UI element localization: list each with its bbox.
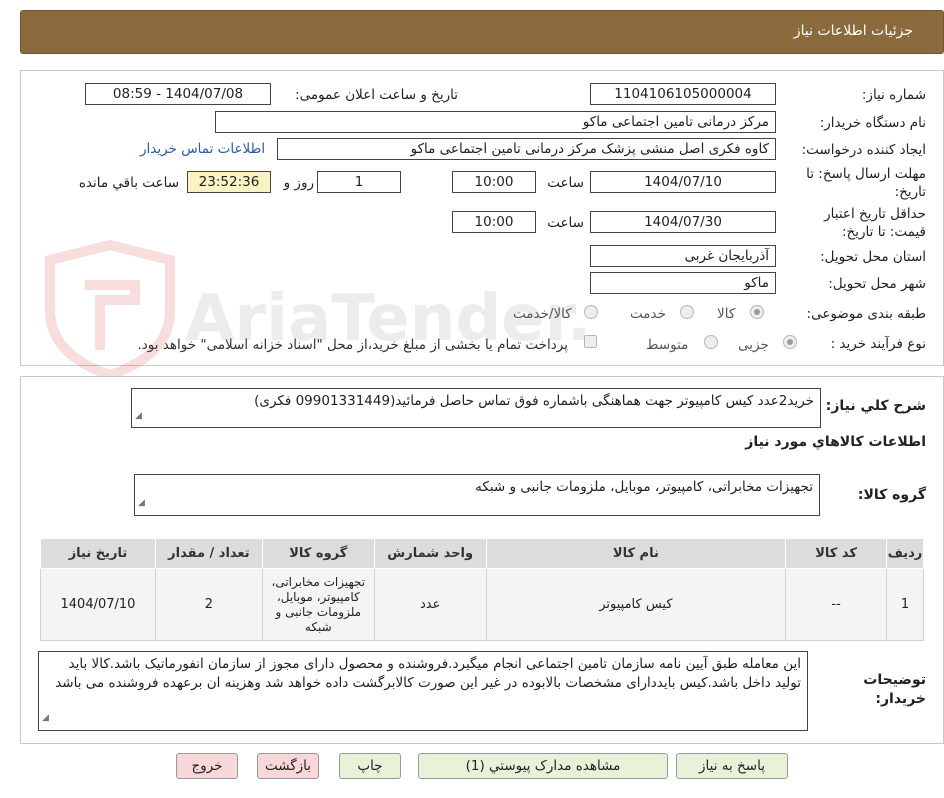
reply-button[interactable]: پاسخ به نیاز [676,753,788,779]
exit-button[interactable]: خروج [176,753,238,779]
send-deadline-time-label: ساعت [547,175,584,191]
announce-label: تاریخ و ساعت اعلان عمومی: [295,87,458,103]
page-header: جزئیات اطلاعات نیاز [20,10,944,54]
cell-row: 1 [886,568,924,641]
col-quantity: تعداد / مقدار [154,538,263,569]
need-number-field: 1104106105000004 [590,83,776,105]
cell-group: تجهیزات مخابراتی، کامپیوتر، موبایل، ملزو… [261,568,375,641]
remaining-time-label: ساعت باقي مانده [78,175,179,191]
purchase-radio-medium[interactable] [704,335,718,349]
payment-note: پرداخت تمام یا بخشی از مبلغ خرید،از محل … [137,337,568,353]
purchase-type-label: نوع فرآیند خرید : [830,336,926,352]
category-label: طبقه بندی موضوعی: [806,306,926,322]
cell-quantity: 2 [154,568,263,641]
resize-handle-icon[interactable]: ◢ [138,494,145,513]
summary-label: شرح کلي نياز: [825,398,926,414]
validity-label: حداقل تاریخ اعتبار [824,206,926,222]
remaining-time-field: 23:52:36 [187,171,271,193]
goods-group-label: گروه کالا: [857,487,926,503]
days-remaining-field: 1 [317,171,401,193]
goods-group-textarea: تجهیزات مخابراتی، کامپیوتر، موبایل، ملزو… [134,474,820,516]
col-group: گروه کالا [261,538,375,569]
cell-unit: عدد [373,568,487,641]
purchase-option-medium: متوسط [646,337,689,353]
goods-section-title: اطلاعات کالاهاي مورد نياز [745,434,926,450]
col-date: تاریخ نیاز [40,538,156,569]
creator-label: ایجاد کننده درخواست: [801,142,926,158]
category-option-service: خدمت [630,306,666,322]
col-code: کد کالا [785,538,888,569]
validity-time-label: ساعت [547,215,584,231]
buyer-org-field: مرکز درمانی تامین اجتماعی ماکو [215,111,776,133]
summary-textarea: خرید2عدد کیس کامپیوتر جهت هماهنگی باشمار… [131,388,821,428]
cell-name: کیس کامپیوتر [485,568,787,641]
purchase-option-minor: جزیی [738,337,769,353]
buyer-contact-link[interactable]: اطلاعات تماس خریدار [140,141,265,157]
goods-table: ردیف کد کالا نام کالا واحد شمارش گروه کا… [40,538,924,641]
send-deadline-date-field: 1404/07/10 [590,171,776,193]
send-deadline-label: مهلت ارسال پاسخ: تا [806,166,926,182]
send-deadline-time-field: 10:00 [452,171,536,193]
treasury-bond-checkbox[interactable] [584,335,597,348]
category-option-goods-service: کالا/خدمت [513,306,572,322]
city-label: شهر محل تحویل: [828,276,926,292]
days-label: روز و [283,175,314,191]
buyer-notes-text: این معامله طبق آیین نامه سازمان تامین اج… [55,656,801,691]
announce-datetime-field: 1404/07/08 - 08:59 [85,83,271,105]
validity-label-2: قیمت: تا تاریخ: [842,224,926,240]
need-number-label: شماره نیاز: [861,87,926,103]
buyer-notes-label-2: خریدار: [875,691,926,707]
category-radio-goods[interactable] [750,305,764,319]
col-row: ردیف [886,538,924,569]
cell-date: 1404/07/10 [40,568,156,641]
validity-date-field: 1404/07/30 [590,211,776,233]
table-header-row: ردیف کد کالا نام کالا واحد شمارش گروه کا… [40,538,924,569]
resize-handle-icon[interactable]: ◢ [42,709,49,728]
buyer-notes-textarea: این معامله طبق آیین نامه سازمان تامین اج… [38,651,808,731]
send-deadline-label-2: تاریخ: [894,184,926,200]
creator-field: کاوه فکری اصل منشی پزشک مرکز درمانی تامی… [277,138,776,160]
category-radio-service[interactable] [680,305,694,319]
city-field: ماکو [590,272,776,294]
back-button[interactable]: بازگشت [257,753,319,779]
page-title: جزئیات اطلاعات نیاز [793,23,913,39]
table-row: 1 -- کیس کامپیوتر عدد تجهیزات مخابراتی، … [40,568,924,641]
print-button[interactable]: چاپ [339,753,401,779]
purchase-radio-minor[interactable] [783,335,797,349]
goods-group-text: تجهیزات مخابراتی، کامپیوتر، موبایل، ملزو… [475,479,813,495]
col-name: نام کالا [485,538,787,569]
summary-text: خرید2عدد کیس کامپیوتر جهت هماهنگی باشمار… [254,393,814,409]
cell-code: -- [785,568,888,641]
resize-handle-icon[interactable]: ◢ [135,407,142,425]
validity-time-field: 10:00 [452,211,536,233]
view-attachments-button[interactable]: مشاهده مدارک پیوستي (1) [418,753,668,779]
buyer-org-label: نام دستگاه خریدار: [819,115,926,131]
province-field: آذربایجان غربی [590,245,776,267]
category-radio-goods-service[interactable] [584,305,598,319]
province-label: استان محل تحویل: [820,249,926,265]
buyer-notes-label: توضیحات [863,672,926,688]
category-option-goods: کالا [717,306,736,322]
col-unit: واحد شمارش [373,538,487,569]
